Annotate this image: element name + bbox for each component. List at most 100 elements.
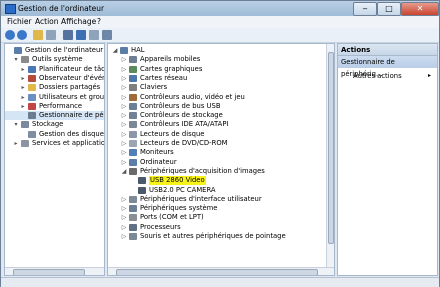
menu-fichier[interactable]: Fichier [7, 17, 32, 26]
menu-help[interactable]: ? [97, 17, 101, 26]
expand-toggle-icon[interactable]: ▸ [20, 83, 26, 92]
left-tree-item[interactable]: Gestionnaire de périphé [5, 111, 104, 121]
device-tree-item[interactable]: ▷ Moniteurs [108, 148, 324, 157]
device-scroll-thumb[interactable] [328, 52, 334, 244]
expand-toggle-icon[interactable]: ▷ [121, 139, 127, 148]
expand-toggle-icon[interactable]: ▸ [20, 65, 26, 74]
tree-item-label: Appareils mobiles [140, 55, 201, 64]
device-hscroll-thumb[interactable] [116, 269, 318, 275]
close-button[interactable]: ✕ [401, 2, 439, 16]
left-scroll-thumb[interactable] [13, 269, 85, 275]
left-tree-item[interactable]: Gestion des disques [5, 130, 104, 139]
autres-actions-link[interactable]: Autres actions [353, 72, 402, 80]
camera-icon [138, 177, 146, 185]
mobile-icon [129, 56, 137, 64]
device-tree-item[interactable]: ▷ Contrôleurs IDE ATA/ATAPI [108, 120, 324, 129]
left-tree-item[interactable]: Gestion de l'ordinateur (local) [5, 46, 104, 55]
device-tree-item[interactable]: ◢ HAL [108, 46, 324, 55]
expand-toggle-icon[interactable]: ▸ [13, 139, 19, 148]
device-horizontal-scrollbar[interactable] [108, 267, 334, 275]
expand-toggle-icon[interactable]: ▷ [121, 204, 127, 213]
back-icon[interactable] [5, 30, 15, 40]
left-tree-item[interactable]: ▾ Stockage [5, 120, 104, 129]
expand-toggle-icon[interactable]: ▸ [20, 102, 26, 111]
device-tree-item[interactable]: ▷ Processeurs [108, 223, 324, 232]
device-tree-pane: ◢ HAL ▷ Appareils mobiles ▷ Cartes graphiques… [107, 43, 335, 276]
expand-toggle-icon[interactable]: ▷ [121, 93, 127, 102]
expand-toggle-icon[interactable]: ▾ [13, 55, 19, 64]
left-tree-item[interactable]: ▾ Outils système [5, 55, 104, 64]
tree-item-label: Services et applications [32, 139, 105, 147]
up-folder-icon[interactable] [33, 30, 43, 40]
properties-icon[interactable] [63, 30, 73, 40]
expand-toggle-icon[interactable]: ▸ [20, 93, 26, 102]
left-tree-item[interactable]: ▸ Utilisateurs et groupes l [5, 93, 104, 102]
monitor-icon [129, 149, 137, 157]
expand-toggle-icon[interactable]: ▷ [121, 195, 127, 204]
device-tree-item[interactable]: ▷ Claviers [108, 83, 324, 92]
device-tree-item[interactable]: ▷ Cartes graphiques [108, 65, 324, 74]
device-tree-item[interactable]: ▷ Contrôleurs audio, vidéo et jeu [108, 93, 324, 102]
menu-affichage[interactable]: Affichage [61, 17, 96, 26]
device-tree-item[interactable]: ▷ Lecteurs de DVD/CD-ROM [108, 139, 324, 148]
expand-toggle-icon[interactable]: ▷ [121, 74, 127, 83]
device-tree-item[interactable]: ◢ Périphériques d'acquisition d'images [108, 167, 324, 176]
tree-item-label: Contrôleurs de bus USB [140, 101, 221, 110]
expand-toggle-icon[interactable]: ▷ [121, 102, 127, 111]
expand-toggle-icon[interactable]: ▷ [121, 120, 127, 129]
left-tree-item[interactable]: ▸ Planificateur de tâches [5, 65, 104, 74]
expand-toggle-icon[interactable]: ▷ [121, 158, 127, 167]
device-vertical-scrollbar[interactable] [326, 44, 334, 267]
actions-selected-item[interactable]: Gestionnaire de périphériq... [338, 56, 437, 78]
device-tree-item[interactable]: ▷ Contrôleurs de stockage [108, 111, 324, 120]
tree-item-label: Contrôleurs audio, vidéo et jeu [140, 92, 245, 101]
minimize-button[interactable]: ‒ [353, 2, 377, 16]
scan-hardware-icon[interactable] [102, 30, 112, 40]
expand-toggle-icon[interactable]: ▷ [121, 65, 127, 74]
device-tree-item[interactable]: ▷ Ordinateur [108, 158, 324, 167]
services-icon [21, 140, 29, 147]
show-tree-icon[interactable] [46, 30, 56, 40]
device-tree-item[interactable]: USB 2860 Video [108, 176, 324, 186]
device-tree-item[interactable]: USB2.0 PC CAMERA [108, 186, 324, 195]
expand-toggle-icon[interactable]: ▷ [121, 111, 127, 120]
device-tree-item[interactable]: ▷ Périphériques système [108, 204, 324, 213]
submenu-arrow-icon: ▸ [428, 72, 432, 79]
device-tree-item[interactable]: ▷ Appareils mobiles [108, 55, 324, 64]
tools-icon [21, 56, 29, 64]
left-tree-item[interactable]: ▸ Observateur d'événeme [5, 74, 104, 83]
device-tree-item[interactable]: ▷ Ports (COM et LPT) [108, 213, 324, 222]
left-tree-item[interactable]: ▸ Dossiers partagés [5, 83, 104, 92]
expand-toggle-icon[interactable]: ▷ [121, 130, 127, 139]
show-pane-icon[interactable] [89, 30, 99, 40]
expand-toggle-icon[interactable]: ▷ [121, 83, 127, 92]
actions-header: Actions [338, 44, 437, 56]
expand-toggle-icon[interactable]: ▾ [13, 120, 19, 129]
device-tree-item[interactable]: ▷ Souris et autres périphériques de point… [108, 232, 324, 241]
system-icon [129, 205, 137, 213]
left-tree-item[interactable]: ▸ Services et applications [5, 139, 104, 148]
forward-icon[interactable] [17, 30, 27, 40]
ide-icon [129, 121, 137, 129]
title-bar[interactable]: Gestion de l'ordinateur ‒ □ ✕ [1, 1, 439, 16]
tree-item-label: Claviers [140, 83, 168, 92]
device-tree-item[interactable]: ▷ Contrôleurs de bus USB [108, 102, 324, 111]
expand-toggle-icon[interactable]: ▷ [121, 223, 127, 232]
left-tree-item[interactable]: ▸ Performance [5, 102, 104, 111]
expand-toggle-icon[interactable]: ▷ [121, 55, 127, 64]
expand-toggle-icon[interactable]: ▷ [121, 213, 127, 222]
expand-toggle-icon[interactable]: ◢ [112, 46, 118, 55]
tree-item-label: Périphériques d'interface utilisateur [140, 194, 262, 203]
device-tree-item[interactable]: ▷ Lecteurs de disque [108, 130, 324, 139]
expand-toggle-icon[interactable]: ▸ [20, 74, 26, 83]
help-icon[interactable] [76, 30, 86, 40]
menu-action[interactable]: Action [35, 17, 59, 26]
device-tree-item[interactable]: ▷ Cartes réseau [108, 74, 324, 83]
expand-toggle-icon[interactable]: ◢ [121, 167, 127, 176]
maximize-button[interactable]: □ [377, 2, 401, 16]
device-tree-item[interactable]: ▷ Périphériques d'interface utilisateur [108, 195, 324, 204]
users-icon [28, 93, 36, 101]
left-horizontal-scrollbar[interactable] [5, 267, 104, 275]
expand-toggle-icon[interactable]: ▷ [121, 232, 127, 241]
expand-toggle-icon[interactable]: ▷ [121, 148, 127, 157]
